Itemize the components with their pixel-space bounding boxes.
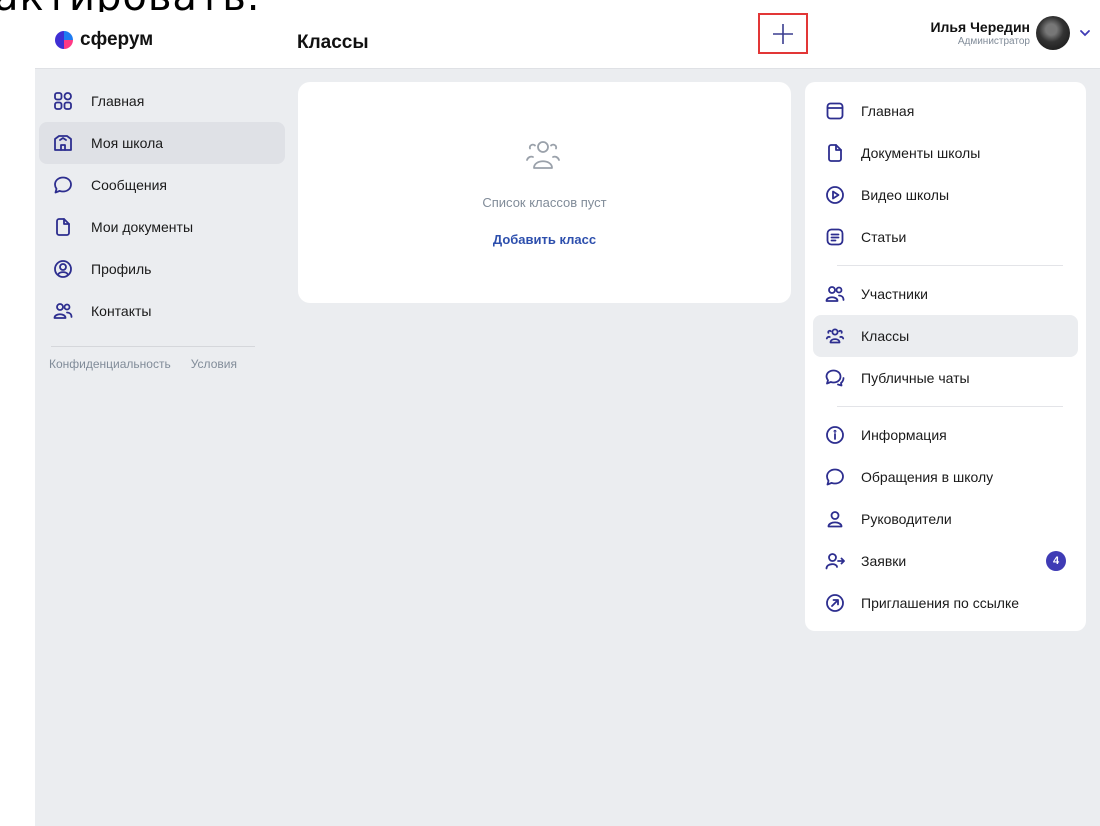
- sidebar-item-documents[interactable]: Мои документы: [39, 206, 285, 248]
- menu-item-applications[interactable]: Заявки 4: [813, 540, 1078, 582]
- menu-item-school-video[interactable]: Видео школы: [813, 174, 1078, 216]
- user-menu[interactable]: Илья Чередин Администратор: [930, 16, 1092, 50]
- logo-icon: [55, 31, 73, 49]
- document-icon: [828, 144, 842, 162]
- menu-item-label: Информация: [861, 427, 947, 443]
- sidebar-item-label: Контакты: [91, 303, 152, 319]
- school-menu: Главная Документы школы Видео школы Стат…: [805, 82, 1086, 631]
- menu-item-school-requests[interactable]: Обращения в школу: [813, 456, 1078, 498]
- sidebar-item-label: Главная: [91, 93, 145, 109]
- menu-item-label: Видео школы: [861, 187, 950, 203]
- menu-item-label: Статьи: [861, 229, 907, 245]
- sidebar: Главная Моя школа Сообщения Мои документ…: [39, 80, 285, 371]
- menu-item-public-chats[interactable]: Публичные чаты: [813, 357, 1078, 399]
- user-name: Илья Чередин: [930, 19, 1030, 35]
- sidebar-item-contacts[interactable]: Контакты: [39, 290, 285, 332]
- divider: [837, 265, 1063, 266]
- add-button[interactable]: [758, 13, 808, 54]
- person-icon: [827, 511, 843, 528]
- menu-item-information[interactable]: Информация: [813, 414, 1078, 456]
- menu-item-label: Публичные чаты: [861, 370, 970, 386]
- contacts-icon: [53, 303, 73, 319]
- menu-item-classes[interactable]: Классы: [813, 315, 1078, 357]
- sidebar-item-label: Сообщения: [91, 177, 167, 193]
- play-icon: [826, 186, 844, 204]
- sidebar-item-label: Мои документы: [91, 219, 194, 235]
- menu-item-school-documents[interactable]: Документы школы: [813, 132, 1078, 174]
- menu-item-label: Главная: [861, 103, 915, 119]
- menu-item-label: Обращения в школу: [861, 469, 994, 485]
- app-window: сферум Классы Илья Чередин Администратор: [25, 12, 1100, 826]
- sidebar-item-my-school[interactable]: Моя школа: [39, 122, 285, 164]
- user-role: Администратор: [957, 36, 1030, 47]
- school-icon: [54, 135, 72, 151]
- chat-icon: [826, 468, 844, 486]
- square-icon: [826, 102, 844, 120]
- article-icon: [826, 228, 844, 246]
- menu-item-home[interactable]: Главная: [813, 90, 1078, 132]
- grid-icon: [54, 92, 72, 110]
- add-class-link[interactable]: Добавить класс: [298, 232, 791, 247]
- info-icon: [826, 426, 844, 444]
- sidebar-item-home[interactable]: Главная: [39, 80, 285, 122]
- sidebar-item-messages[interactable]: Сообщения: [39, 164, 285, 206]
- avatar[interactable]: [1036, 16, 1070, 50]
- divider: [837, 406, 1063, 407]
- menu-item-label: Заявки: [861, 553, 907, 569]
- plus-icon: [773, 23, 793, 44]
- menu-item-label: Участники: [861, 286, 928, 302]
- menu-item-members[interactable]: Участники: [813, 273, 1078, 315]
- footer-links: Конфиденциальность Условия: [39, 347, 285, 371]
- chevron-down-icon[interactable]: [1078, 26, 1092, 40]
- sidebar-item-label: Профиль: [91, 261, 152, 277]
- header: сферум Классы Илья Чередин Администратор: [25, 12, 1100, 68]
- person-arrow-icon: [825, 553, 845, 570]
- page-title: Классы: [297, 32, 369, 53]
- notification-badge: 4: [1046, 551, 1066, 571]
- menu-item-link-invitations[interactable]: Приглашения по ссылке: [813, 582, 1078, 624]
- menu-item-label: Документы школы: [861, 145, 981, 161]
- menu-item-articles[interactable]: Статьи: [813, 216, 1078, 258]
- logo[interactable]: сферум: [55, 29, 153, 51]
- menu-item-label: Приглашения по ссылке: [861, 595, 1020, 611]
- chats-icon: [825, 369, 845, 387]
- logo-text: сферум: [80, 29, 154, 50]
- menu-item-label: Классы: [861, 328, 910, 344]
- terms-link[interactable]: Условия: [191, 357, 237, 371]
- users-icon: [825, 286, 845, 302]
- sidebar-item-label: Моя школа: [91, 135, 164, 151]
- menu-item-label: Руководители: [861, 511, 952, 527]
- empty-state-text: Список классов пуст: [482, 195, 607, 210]
- profile-icon: [54, 260, 72, 278]
- sidebar-item-profile[interactable]: Профиль: [39, 248, 285, 290]
- privacy-link[interactable]: Конфиденциальность: [49, 357, 171, 371]
- link-arrow-icon: [826, 594, 844, 612]
- classes-card: Список классов пуст Добавить класс: [298, 82, 791, 303]
- classes-icon: [825, 328, 845, 344]
- menu-item-managers[interactable]: Руководители: [813, 498, 1078, 540]
- chat-icon: [54, 176, 72, 194]
- document-icon: [56, 218, 70, 236]
- classes-empty-icon: [526, 141, 560, 169]
